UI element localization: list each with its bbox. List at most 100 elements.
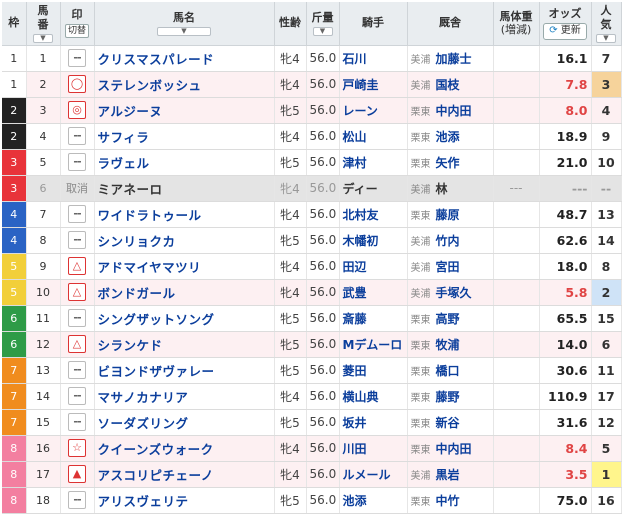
- jockey-cell[interactable]: 北村友: [339, 201, 408, 228]
- jockey-link[interactable]: 田辺: [343, 260, 367, 274]
- trainer-link[interactable]: 矢作: [436, 156, 460, 170]
- horse-name-link[interactable]: シングザットソング: [98, 312, 215, 327]
- horse-name-cell[interactable]: ビヨンドザヴァレー: [94, 357, 275, 384]
- horse-name-link[interactable]: アドマイヤマツリ: [98, 260, 202, 275]
- jockey-cell[interactable]: 松山: [339, 123, 408, 150]
- trainer-link[interactable]: 加藤士: [436, 52, 472, 66]
- jockey-cell[interactable]: 菱田: [339, 357, 408, 384]
- jockey-link[interactable]: ディー: [343, 182, 378, 196]
- no-mark-icon[interactable]: --: [68, 49, 86, 67]
- horse-name-link[interactable]: ステレンボッシュ: [98, 78, 202, 93]
- table-row[interactable]: 7 13 -- ビヨンドザヴァレー 牝5 56.0 菱田 栗東 橋口 30.6 11: [2, 357, 622, 384]
- horse-name-link[interactable]: アリスヴェリテ: [98, 494, 189, 509]
- header-popularity[interactable]: 人 気 ▼: [591, 2, 622, 46]
- table-row[interactable]: 3 5 -- ラヴェル 牝5 56.0 津村 栗東 矢作 21.0 10: [2, 149, 622, 176]
- stable-cell[interactable]: 栗東 中内田: [407, 435, 494, 462]
- horse-name-link[interactable]: ラヴェル: [98, 156, 150, 171]
- horse-name-link[interactable]: サフィラ: [98, 130, 150, 145]
- jockey-link[interactable]: 北村友: [343, 208, 379, 222]
- jockey-cell[interactable]: 横山典: [339, 383, 408, 410]
- no-mark-icon[interactable]: --: [68, 413, 86, 431]
- no-mark-icon[interactable]: --: [68, 361, 86, 379]
- horse-name-cell[interactable]: ステレンボッシュ: [94, 71, 275, 98]
- horse-name-link[interactable]: ソーダズリング: [98, 416, 189, 431]
- mark-cell[interactable]: ◎: [60, 97, 95, 124]
- kiri-toggle-button[interactable]: 切替: [64, 24, 89, 39]
- jockey-cell[interactable]: 武豊: [339, 279, 408, 306]
- header-kinryo[interactable]: 斤量 ▼: [306, 2, 340, 46]
- jockey-cell[interactable]: 池添: [339, 487, 408, 514]
- trainer-link[interactable]: 国枝: [436, 78, 460, 92]
- trainer-link[interactable]: 新谷: [436, 416, 460, 430]
- horse-name-link[interactable]: クイーンズウォーク: [98, 442, 214, 457]
- jockey-link[interactable]: 川田: [343, 442, 367, 456]
- odds-update-button[interactable]: ⟳ 更新: [543, 23, 587, 40]
- horse-name-link[interactable]: アルジーヌ: [98, 104, 163, 119]
- stable-cell[interactable]: 美浦 国枝: [407, 71, 494, 98]
- trainer-link[interactable]: 藤野: [436, 390, 460, 404]
- stable-cell[interactable]: 美浦 竹内: [407, 227, 494, 254]
- mark-cell[interactable]: --: [60, 123, 95, 150]
- triangle-mark-icon[interactable]: △: [68, 283, 86, 301]
- table-row[interactable]: 7 15 -- ソーダズリング 牝5 56.0 坂井 栗東 新谷 31.6 12: [2, 409, 622, 436]
- double-circle-mark-icon[interactable]: ◎: [68, 101, 86, 119]
- stable-cell[interactable]: 栗東 橋口: [407, 357, 494, 384]
- jockey-cell[interactable]: ディー: [339, 175, 408, 202]
- horse-name-link[interactable]: ボンドガール: [98, 286, 176, 301]
- stable-cell[interactable]: 美浦 手塚久: [407, 279, 494, 306]
- stable-cell[interactable]: 栗東 中竹: [407, 487, 494, 514]
- horse-name-cell[interactable]: ソーダズリング: [94, 409, 275, 436]
- stable-cell[interactable]: 栗東 中内田: [407, 97, 494, 124]
- horse-name-cell[interactable]: サフィラ: [94, 123, 275, 150]
- mark-cell[interactable]: --: [60, 487, 95, 514]
- table-row[interactable]: 6 11 -- シングザットソング 牝5 56.0 斎藤 栗東 高野 65.5 15: [2, 305, 622, 332]
- mark-cell[interactable]: 取消: [60, 175, 95, 202]
- trainer-link[interactable]: 池添: [436, 130, 460, 144]
- horse-name-cell[interactable]: マサノカナリア: [94, 383, 275, 410]
- horse-name-cell[interactable]: アルジーヌ: [94, 97, 275, 124]
- horse-name-cell[interactable]: シランケド: [94, 331, 275, 358]
- trainer-link[interactable]: 藤原: [436, 208, 460, 222]
- stable-cell[interactable]: 美浦 加藤士: [407, 45, 494, 72]
- table-row[interactable]: 2 3 ◎ アルジーヌ 牝5 56.0 レーン 栗東 中内田 8.0 4: [2, 97, 622, 124]
- trainer-link[interactable]: 牧浦: [436, 338, 460, 352]
- jockey-link[interactable]: ルメール: [343, 468, 391, 482]
- jockey-link[interactable]: 横山典: [343, 390, 379, 404]
- table-row[interactable]: 8 18 -- アリスヴェリテ 牝5 56.0 池添 栗東 中竹 75.0 16: [2, 487, 622, 514]
- jockey-cell[interactable]: 木幡初: [339, 227, 408, 254]
- mark-cell[interactable]: ▲: [60, 461, 95, 488]
- mark-cell[interactable]: ☆: [60, 435, 95, 462]
- table-row[interactable]: 3 6 取消 ミアネーロ 牝4 56.0 ディー 美浦林 --- --- --: [2, 175, 622, 202]
- horse-name-link[interactable]: シンリョクカ: [98, 234, 176, 249]
- trainer-link[interactable]: 高野: [436, 312, 460, 326]
- sort-popularity-icon[interactable]: ▼: [596, 33, 616, 43]
- stable-cell[interactable]: 栗東 新谷: [407, 409, 494, 436]
- stable-cell[interactable]: 美浦林: [407, 175, 494, 202]
- horse-name-link[interactable]: アスコリピチェーノ: [98, 468, 214, 483]
- mark-cell[interactable]: △: [60, 331, 95, 358]
- jockey-link[interactable]: Mデムーロ: [343, 338, 403, 352]
- no-mark-icon[interactable]: --: [68, 153, 86, 171]
- mark-cell[interactable]: --: [60, 383, 95, 410]
- mark-cell[interactable]: --: [60, 227, 95, 254]
- trainer-link[interactable]: 中内田: [436, 442, 472, 456]
- trainer-link[interactable]: 中内田: [436, 104, 472, 118]
- jockey-link[interactable]: 戸崎圭: [343, 78, 379, 92]
- stable-cell[interactable]: 栗東 矢作: [407, 149, 494, 176]
- jockey-link[interactable]: 坂井: [343, 416, 367, 430]
- trainer-link[interactable]: 林: [436, 182, 448, 196]
- horse-name-cell[interactable]: クリスマスパレード: [94, 45, 275, 72]
- table-row[interactable]: 1 1 -- クリスマスパレード 牝4 56.0 石川 美浦 加藤士 16.1 7: [2, 45, 622, 72]
- horse-name-cell[interactable]: シンリョクカ: [94, 227, 275, 254]
- table-row[interactable]: 7 14 -- マサノカナリア 牝4 56.0 横山典 栗東 藤野 110.9 17: [2, 383, 622, 410]
- header-umaban[interactable]: 馬 番 ▼: [26, 2, 61, 46]
- horse-name-link[interactable]: ビヨンドザヴァレー: [98, 364, 215, 379]
- stable-cell[interactable]: 栗東 藤原: [407, 201, 494, 228]
- mark-cell[interactable]: --: [60, 45, 95, 72]
- mark-cell[interactable]: △: [60, 253, 95, 280]
- horse-name-link[interactable]: ミアネーロ: [98, 182, 163, 197]
- circle-mark-icon[interactable]: ◯: [68, 75, 86, 93]
- table-row[interactable]: 5 10 △ ボンドガール 牝4 56.0 武豊 美浦 手塚久 5.8 2: [2, 279, 622, 306]
- no-mark-icon[interactable]: --: [68, 387, 86, 405]
- sort-kinryo-icon[interactable]: ▼: [312, 26, 333, 36]
